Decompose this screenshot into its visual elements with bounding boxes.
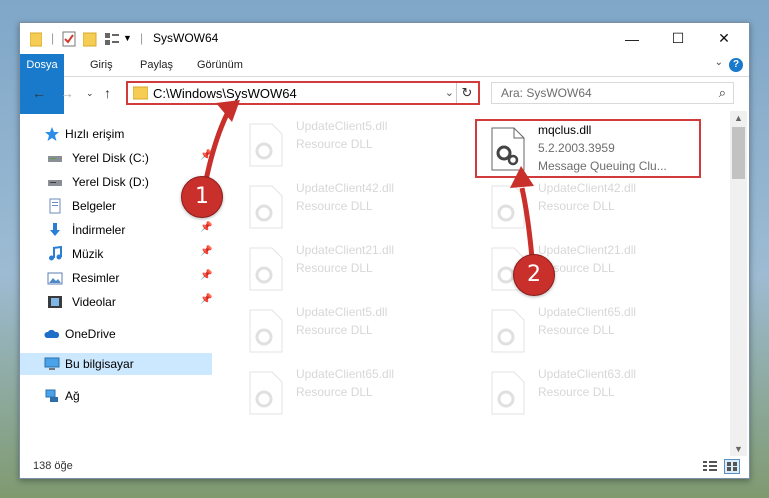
step-2-badge: 2: [513, 254, 555, 296]
step-1-badge: 1: [181, 176, 223, 218]
annotation-arrows: [202, 100, 535, 259]
